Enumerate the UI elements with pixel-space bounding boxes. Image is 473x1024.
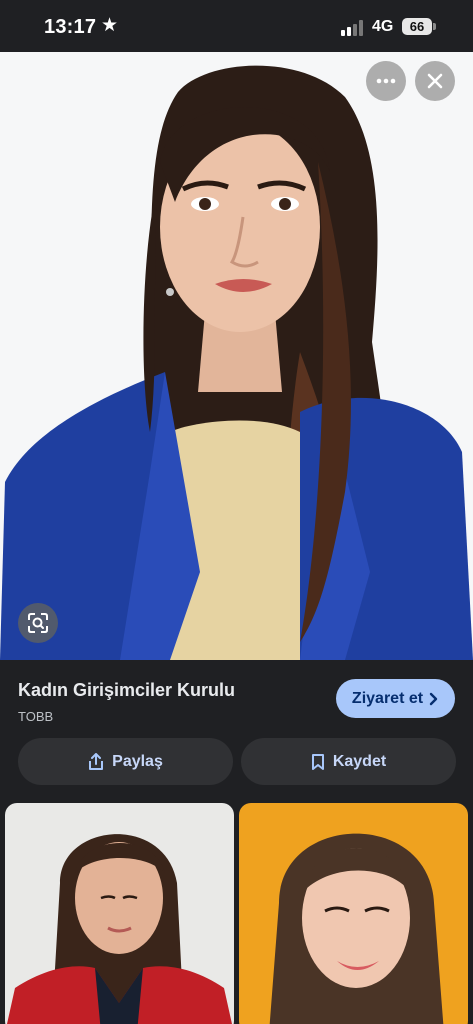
lens-icon (28, 613, 48, 633)
visit-button[interactable]: Ziyaret et (336, 679, 455, 718)
star-icon: ★ (101, 15, 119, 36)
related-photo-1 (7, 834, 232, 1024)
battery-level: 66 (409, 19, 425, 34)
status-bar: 13:17 ★ 4G 66 (0, 0, 473, 52)
save-label: Kaydet (332, 752, 387, 770)
share-button[interactable]: Paylaş (18, 738, 233, 785)
close-icon (427, 73, 443, 89)
close-button[interactable] (415, 61, 455, 101)
related-photo-2 (269, 833, 444, 1024)
status-time: 13:17 (44, 16, 97, 38)
result-title[interactable]: Kadın Girişimciler Kurulu (18, 680, 235, 701)
more-button[interactable] (366, 61, 406, 101)
result-source: TOBB (18, 709, 54, 724)
lens-button[interactable] (18, 603, 58, 643)
signal-icon (341, 20, 365, 36)
share-label: Paylaş (112, 752, 163, 770)
battery-icon: 66 (402, 18, 432, 35)
network-type: 4G (372, 18, 394, 35)
save-button[interactable]: Kaydet (241, 738, 456, 785)
result-info-panel: Kadın Girişimciler Kurulu TOBB Ziyaret e… (0, 660, 473, 1024)
related-image-1[interactable] (5, 803, 234, 1024)
visit-label: Ziyaret et (351, 689, 424, 707)
share-icon (89, 752, 104, 770)
main-image[interactable] (0, 52, 473, 660)
portrait-photo (0, 65, 473, 660)
more-icon (376, 78, 396, 84)
bookmark-icon (311, 753, 324, 770)
battery-cap (433, 23, 436, 30)
chevron-right-icon (429, 692, 438, 705)
related-image-2[interactable] (239, 803, 468, 1024)
